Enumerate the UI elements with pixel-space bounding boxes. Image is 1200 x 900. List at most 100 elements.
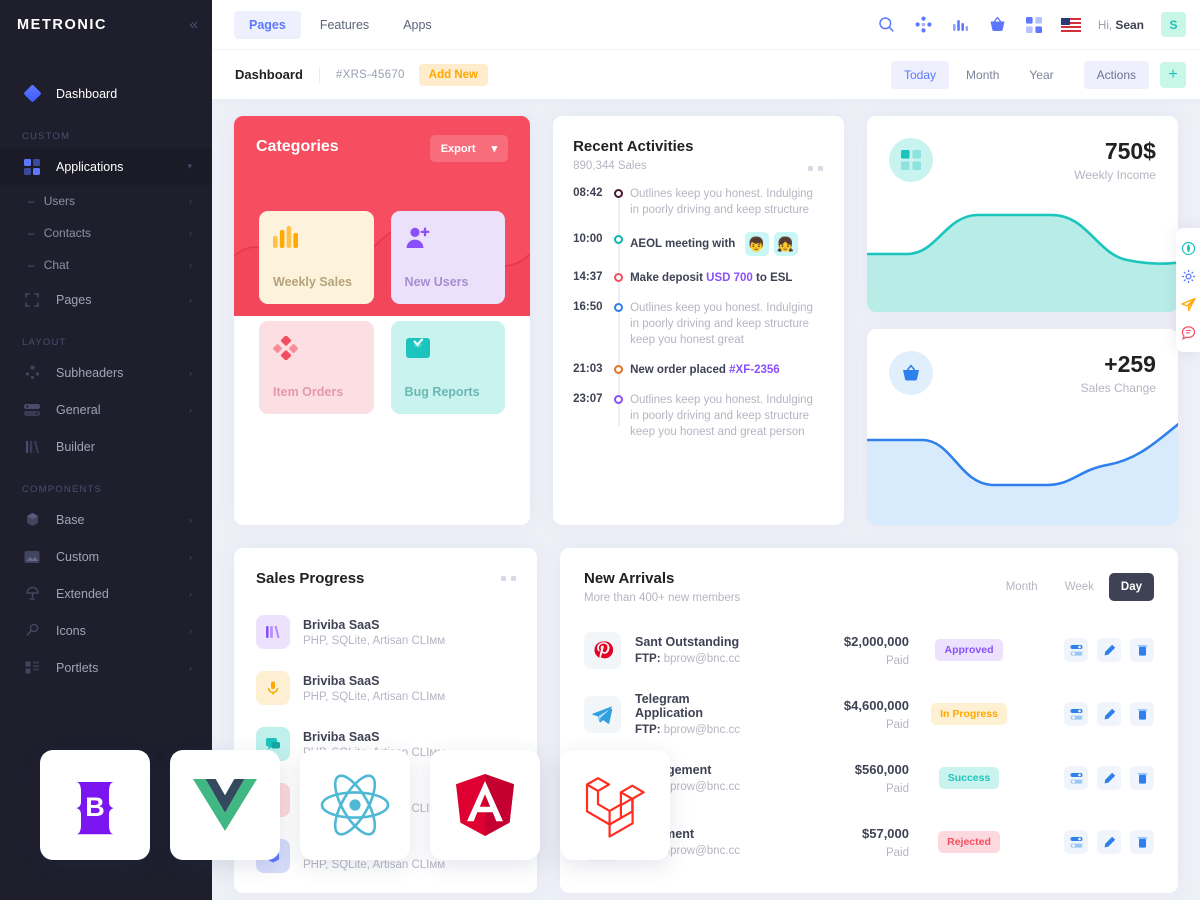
- table-row[interactable]: Telegram Application FTP: bprow@bnc.cc $…: [560, 682, 1178, 746]
- grid-icon: [22, 157, 42, 177]
- dots-icon[interactable]: [501, 576, 516, 581]
- categories-tiles: Weekly Sales New Users Item Orders Bug R…: [234, 211, 530, 436]
- list-item-name: Briviba SaaS: [303, 673, 380, 688]
- sidebar-item-subheaders[interactable]: Subheaders ›: [0, 354, 212, 391]
- search-icon[interactable]: [876, 15, 896, 35]
- sidebar-item-contacts[interactable]: – Contacts ›: [0, 217, 212, 249]
- laravel-logo-card[interactable]: [560, 750, 670, 860]
- activity-text-main: AEOL meeting with: [630, 238, 736, 251]
- activity-time: 21:03: [573, 363, 603, 375]
- add-new-button[interactable]: Add New: [418, 63, 488, 86]
- grid-icon[interactable]: [1024, 15, 1044, 35]
- sidebar-item-dashboard[interactable]: Dashboard: [0, 75, 212, 112]
- stat-cards: 750$ Weekly Income +259 Sales Change: [867, 116, 1178, 525]
- tab-pages[interactable]: Pages: [234, 10, 301, 39]
- timeline-dot: [606, 186, 630, 218]
- tab-features[interactable]: Features: [305, 11, 384, 39]
- sidebar-item-users[interactable]: – Users ›: [0, 185, 212, 217]
- angular-logo: [456, 774, 514, 836]
- droplet-icon[interactable]: [1176, 234, 1200, 262]
- toggle-icon[interactable]: [1064, 638, 1088, 662]
- sidebar-section-layout: LAYOUT: [22, 337, 67, 348]
- activity-text: AEOL meeting with 👦 👧: [630, 232, 824, 256]
- bar-chart-icon: [273, 226, 360, 253]
- edit-icon[interactable]: [1097, 766, 1121, 790]
- dash-icon: –: [28, 258, 35, 272]
- delete-icon[interactable]: [1130, 702, 1154, 726]
- sidebar-item-general[interactable]: General ›: [0, 391, 212, 428]
- us-flag-icon[interactable]: [1061, 15, 1082, 35]
- toggle-icon[interactable]: [1064, 766, 1088, 790]
- sidebar-item-base[interactable]: Base ›: [0, 501, 212, 538]
- range-month[interactable]: Month: [953, 61, 1012, 89]
- sidebar-item-builder[interactable]: Builder: [0, 428, 212, 465]
- toggle-icon[interactable]: [1064, 830, 1088, 854]
- tile-new-users[interactable]: New Users: [390, 211, 506, 304]
- list-item[interactable]: Briviba SaaS PHP, SQLite, Artisan CLIмм: [234, 660, 537, 716]
- edit-icon[interactable]: [1097, 638, 1121, 662]
- sidebar-item-pages[interactable]: Pages ›: [0, 281, 212, 318]
- activity-highlight[interactable]: #XF-2356: [729, 364, 780, 376]
- sidebar-collapse-icon[interactable]: «: [190, 16, 199, 33]
- new-arrivals-subtitle: More than 400+ new members: [584, 592, 741, 604]
- delete-icon[interactable]: [1130, 638, 1154, 662]
- row-name: Sant Outstanding: [635, 635, 740, 649]
- bootstrap-logo-card[interactable]: B: [40, 750, 150, 860]
- activity-highlight[interactable]: USD 700: [706, 272, 753, 284]
- avatar[interactable]: S: [1161, 12, 1186, 37]
- chat-icon[interactable]: [1176, 318, 1200, 346]
- angular-logo-card[interactable]: [430, 750, 540, 860]
- sidebar-item-applications[interactable]: Applications ▾: [0, 148, 212, 185]
- page-code: #XRS-45670: [335, 68, 405, 81]
- delete-icon[interactable]: [1130, 766, 1154, 790]
- activity-item: 16:50 Outlines keep you honest. Indulgin…: [573, 300, 824, 348]
- toggle-month[interactable]: Month: [994, 573, 1050, 601]
- tile-weekly-sales[interactable]: Weekly Sales: [259, 211, 374, 304]
- row-ftp: FTP: bprow@bnc.cc: [635, 724, 759, 736]
- ftp-value: bprow@bnc.cc: [663, 781, 740, 793]
- table-cell-actions: [1029, 702, 1154, 726]
- toggle-week[interactable]: Week: [1053, 573, 1106, 601]
- vue-logo-card[interactable]: [170, 750, 280, 860]
- list-item[interactable]: Briviba SaaS PHP, SQLite, Artisan CLIмм: [234, 604, 537, 660]
- tab-apps[interactable]: Apps: [388, 11, 447, 39]
- tile-bug-reports[interactable]: Bug Reports: [390, 321, 506, 414]
- sidebar-item-extended[interactable]: Extended ›: [0, 575, 212, 612]
- status-badge: Success: [938, 767, 1000, 789]
- sidebar-item-icons[interactable]: Icons ›: [0, 612, 212, 649]
- chevron-down-icon: ▾: [491, 143, 498, 155]
- actions-button[interactable]: Actions: [1083, 60, 1149, 89]
- sales-progress-header: Sales Progress: [234, 570, 537, 587]
- sales-progress-title: Sales Progress: [256, 570, 365, 587]
- toggle-day[interactable]: Day: [1108, 573, 1154, 601]
- toggle-icon[interactable]: [1064, 702, 1088, 726]
- table-cell-amount: $4,600,000 Paid: [759, 698, 909, 731]
- dots-icon[interactable]: [808, 166, 824, 171]
- bar-chart-icon[interactable]: [950, 15, 970, 35]
- edit-icon[interactable]: [1097, 702, 1121, 726]
- scatter-icon[interactable]: [913, 15, 933, 35]
- mic-icon: [256, 671, 290, 705]
- basket-icon[interactable]: [987, 15, 1007, 35]
- range-year[interactable]: Year: [1016, 61, 1066, 89]
- plus-icon[interactable]: +: [1160, 61, 1186, 88]
- chevron-right-icon: ›: [189, 260, 192, 270]
- sidebar-item-portlets[interactable]: Portlets ›: [0, 649, 212, 686]
- table-cell-status: Success: [909, 767, 1029, 789]
- table-row[interactable]: Sant Outstanding FTP: bprow@bnc.cc $2,00…: [560, 618, 1178, 682]
- activity-text-main: Make deposit: [630, 272, 707, 284]
- new-arrivals-title: New Arrivals: [584, 570, 675, 587]
- edit-icon[interactable]: [1097, 830, 1121, 854]
- range-today[interactable]: Today: [891, 60, 950, 89]
- sidebar-item-custom[interactable]: Custom ›: [0, 538, 212, 575]
- export-button[interactable]: Export ▾: [429, 135, 509, 162]
- server-icon: [22, 400, 42, 420]
- tile-item-orders[interactable]: Item Orders: [259, 321, 374, 414]
- sidebar-item-chat[interactable]: – Chat ›: [0, 249, 212, 281]
- react-logo-card[interactable]: [300, 750, 410, 860]
- delete-icon[interactable]: [1130, 830, 1154, 854]
- gear-icon[interactable]: [1176, 262, 1200, 290]
- send-icon[interactable]: [1176, 290, 1200, 318]
- sidebar-item-label: Pages: [56, 292, 92, 307]
- list-item-desc: PHP, SQLite, Artisan CLIмм: [303, 858, 446, 871]
